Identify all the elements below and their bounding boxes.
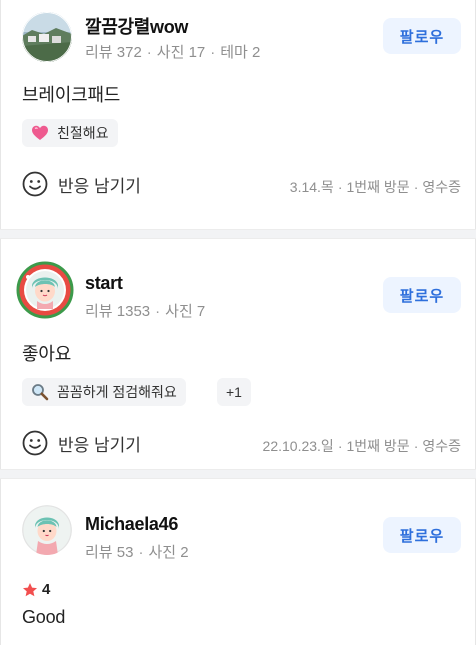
visit-info: 3.14.목 · 1번째 방문 · 영수증 xyxy=(289,179,461,195)
reviewer-name[interactable]: 깔끔강렬wow xyxy=(85,13,188,39)
card-separator xyxy=(0,229,476,239)
visit-date: 22.10.23.일 xyxy=(262,438,334,454)
review-text[interactable]: Good xyxy=(22,607,65,628)
review-tag: 꼼꼼하게 점검해줘요 xyxy=(22,378,186,406)
receipt-label[interactable]: 영수증 xyxy=(422,438,461,454)
photo-count: 사진 17 xyxy=(156,44,206,61)
reviewer-stats: 리뷰 372 · 사진 17 · 테마 2 xyxy=(85,44,261,61)
receipt-label[interactable]: 영수증 xyxy=(422,179,461,195)
photo-count: 사진 2 xyxy=(148,544,189,561)
heart-emoji-icon xyxy=(31,124,49,142)
tag-label: 꼼꼼하게 점검해줘요 xyxy=(57,384,177,400)
visit-date: 3.14.목 xyxy=(289,179,334,195)
review-card: Michaela46 리뷰 53 · 사진 2 팔로우 4 Good xyxy=(0,479,476,645)
star-icon xyxy=(22,582,38,598)
smiley-icon xyxy=(22,430,48,456)
more-tags-label: +1 xyxy=(226,384,242,400)
reviewer-name[interactable]: start xyxy=(85,273,123,294)
smiley-icon xyxy=(22,171,48,197)
rating-value: 4 xyxy=(42,581,51,598)
react-label: 반응 남기기 xyxy=(58,176,141,196)
avatar[interactable] xyxy=(22,12,72,62)
review-count: 리뷰 372 xyxy=(85,44,142,61)
star-rating: 4 xyxy=(22,581,50,598)
review-count: 리뷰 1353 xyxy=(85,303,151,320)
follow-button[interactable]: 팔로우 xyxy=(383,517,461,553)
review-text[interactable]: 좋아요 xyxy=(22,340,71,366)
review-card: start 리뷰 1353 · 사진 7 팔로우 좋아요 꼼꼼하게 점검해줘요 +1… xyxy=(0,239,476,469)
review-tag: 친절해요 xyxy=(22,119,118,147)
follow-button[interactable]: 팔로우 xyxy=(383,18,461,54)
reviewer-name[interactable]: Michaela46 xyxy=(85,514,178,535)
avatar[interactable] xyxy=(16,261,74,319)
review-card: 깔끔강렬wow 리뷰 372 · 사진 17 · 테마 2 팔로우 브레이크패드 친절해… xyxy=(0,0,476,229)
visit-count: 1번째 방문 xyxy=(346,179,410,195)
magnifier-icon xyxy=(31,383,49,401)
react-button[interactable]: 반응 남기기 xyxy=(22,171,141,197)
review-count: 리뷰 53 xyxy=(85,544,134,561)
card-separator xyxy=(0,469,476,479)
follow-button[interactable]: 팔로우 xyxy=(383,277,461,313)
visit-count: 1번째 방문 xyxy=(346,438,410,454)
photo-count: 사진 7 xyxy=(165,303,206,320)
reviewer-stats: 리뷰 1353 · 사진 7 xyxy=(85,303,206,320)
more-tags-button[interactable]: +1 xyxy=(217,378,251,406)
tag-label: 친절해요 xyxy=(57,125,109,141)
react-label: 반응 남기기 xyxy=(58,435,141,455)
review-text[interactable]: 브레이크패드 xyxy=(22,81,120,107)
visit-info: 22.10.23.일 · 1번째 방문 · 영수증 xyxy=(262,438,461,454)
reviewer-stats: 리뷰 53 · 사진 2 xyxy=(85,544,189,561)
theme-count: 테마 2 xyxy=(220,44,261,61)
avatar[interactable] xyxy=(22,505,72,555)
react-button[interactable]: 반응 남기기 xyxy=(22,430,141,456)
